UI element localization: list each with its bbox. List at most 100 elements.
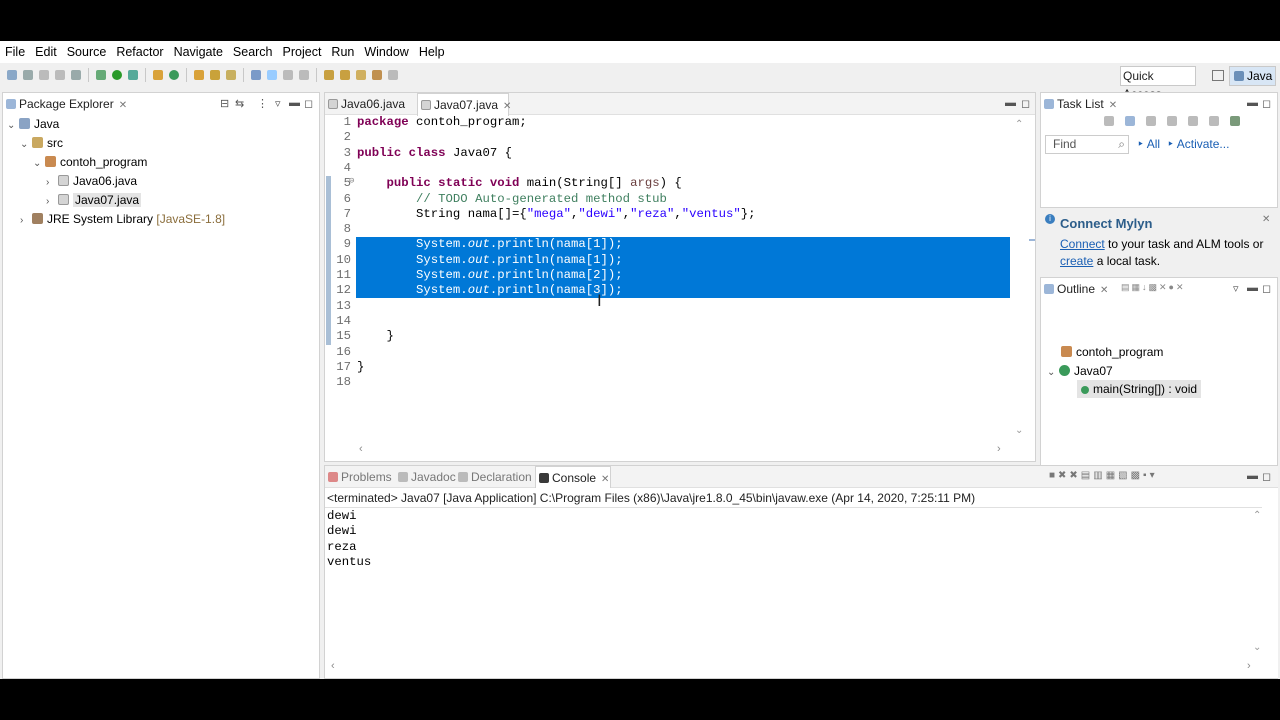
- minimize-icon[interactable]: ▬: [1247, 470, 1258, 482]
- open-icon[interactable]: [23, 70, 33, 80]
- expand-icon[interactable]: ⌄: [7, 117, 19, 135]
- expand-icon[interactable]: ⌄: [33, 155, 45, 173]
- task-filter-all[interactable]: ‣ All: [1137, 137, 1160, 151]
- close-icon[interactable]: ✕: [1109, 100, 1117, 111]
- collapse-all-icon[interactable]: [1209, 116, 1219, 126]
- search-toolbar-icon[interactable]: [226, 70, 236, 80]
- categorized-icon[interactable]: [1125, 116, 1135, 126]
- scroll-down-icon[interactable]: ⌄: [1253, 642, 1261, 653]
- maximize-icon[interactable]: ◻: [1262, 282, 1271, 295]
- scroll-up-icon[interactable]: ⌃: [1253, 510, 1261, 521]
- open-type-icon[interactable]: [194, 70, 204, 80]
- expand-icon[interactable]: ⌄: [20, 136, 32, 154]
- outline-toolbar-icon[interactable]: ▤▦↓▩✕●✕: [1121, 282, 1186, 293]
- toggle-highlight-icon[interactable]: [267, 70, 277, 80]
- maximize-icon[interactable]: ◻: [304, 97, 313, 110]
- tree-item-java06[interactable]: › Java06.java: [46, 172, 137, 190]
- minimize-icon[interactable]: ▬: [289, 97, 300, 109]
- java-perspective-button[interactable]: Java: [1229, 66, 1276, 86]
- tab-package-explorer[interactable]: Package Explorer ✕: [3, 93, 127, 115]
- close-icon[interactable]: ✕: [601, 474, 609, 485]
- open-perspective-icon[interactable]: [1212, 70, 1224, 81]
- menu-help[interactable]: Help: [414, 41, 450, 63]
- scroll-up-icon[interactable]: ⌃: [1015, 119, 1023, 130]
- code-editor[interactable]: 1 2 3 4 5 6 7 8 9 10 11 12 13 14 15 16 1…: [325, 115, 1015, 435]
- sync-icon[interactable]: [1230, 116, 1240, 126]
- link-editor-icon[interactable]: ⇆: [235, 97, 244, 110]
- scheduled-icon[interactable]: [1146, 116, 1156, 126]
- tree-item-java07[interactable]: › Java07.java: [46, 191, 142, 211]
- menu-refactor[interactable]: Refactor: [111, 41, 168, 63]
- close-icon[interactable]: ✕: [503, 101, 511, 112]
- close-icon[interactable]: ✕: [1100, 285, 1108, 296]
- expand-icon[interactable]: ⌄: [1047, 364, 1059, 382]
- tab-java07[interactable]: Java07.java ✕: [417, 93, 511, 116]
- scroll-right-icon[interactable]: ›: [997, 443, 1001, 457]
- minimize-icon[interactable]: ▬: [1005, 97, 1016, 109]
- menu-project[interactable]: Project: [278, 41, 327, 63]
- hide-completed-icon[interactable]: [1167, 116, 1177, 126]
- outline-item-class[interactable]: ⌄ Java07: [1047, 362, 1113, 380]
- menu-source[interactable]: Source: [62, 41, 112, 63]
- tab-task-list[interactable]: Task List ✕: [1041, 93, 1117, 115]
- create-link[interactable]: create: [1060, 254, 1093, 268]
- fold-icon[interactable]: ⊖: [349, 176, 354, 186]
- menu-search[interactable]: Search: [228, 41, 278, 63]
- collapse-all-icon[interactable]: ⊟: [220, 97, 229, 110]
- forward-icon[interactable]: [388, 70, 398, 80]
- tab-outline[interactable]: Outline ✕: [1041, 278, 1108, 300]
- outline-item-package[interactable]: contoh_program: [1047, 343, 1163, 361]
- scroll-down-icon[interactable]: ⌄: [1015, 425, 1023, 436]
- save-all-icon[interactable]: [55, 70, 65, 80]
- connect-link[interactable]: Connect: [1060, 237, 1105, 251]
- tree-item-src[interactable]: ⌄ src: [20, 134, 63, 152]
- maximize-icon[interactable]: ◻: [1021, 97, 1030, 110]
- focus-icon[interactable]: [1188, 116, 1198, 126]
- maximize-icon[interactable]: ◻: [1262, 97, 1271, 110]
- tab-java06[interactable]: Java06.java: [325, 93, 415, 115]
- coverage-icon[interactable]: [128, 70, 138, 80]
- minimize-icon[interactable]: ▬: [1247, 97, 1258, 109]
- back-icon[interactable]: [372, 70, 382, 80]
- toggle-mark-icon[interactable]: [251, 70, 261, 80]
- task-activate[interactable]: ‣ Activate...: [1167, 137, 1229, 151]
- quick-access-input[interactable]: Quick Access: [1120, 66, 1196, 101]
- new-class-icon[interactable]: [169, 70, 179, 80]
- menu-window[interactable]: Window: [359, 41, 413, 63]
- tab-console[interactable]: Console ✕: [535, 466, 611, 488]
- tree-item-package[interactable]: ⌄ contoh_program: [33, 153, 147, 171]
- new-java-project-icon[interactable]: [153, 70, 163, 80]
- tab-problems[interactable]: Problems: [325, 466, 392, 488]
- view-menu-icon[interactable]: ▿: [275, 97, 281, 110]
- tree-item-jre[interactable]: › JRE System Library [JavaSE-1.8]: [20, 210, 225, 228]
- scroll-left-icon[interactable]: ‹: [331, 660, 335, 674]
- new-icon[interactable]: [7, 70, 17, 80]
- overview-ruler-marker[interactable]: [1029, 239, 1035, 241]
- save-icon[interactable]: [39, 70, 49, 80]
- outline-item-method[interactable]: main(String[]) : void: [1077, 380, 1202, 398]
- maximize-icon[interactable]: ◻: [1262, 470, 1271, 483]
- collapse-icon[interactable]: ›: [20, 212, 32, 230]
- whitespace-icon[interactable]: [283, 70, 293, 80]
- task-find-input[interactable]: Find ⌕: [1045, 135, 1129, 154]
- view-menu-dots-icon[interactable]: ⋮: [257, 97, 268, 110]
- collapse-icon[interactable]: ›: [46, 193, 58, 211]
- minimize-icon[interactable]: ▬: [1247, 282, 1258, 294]
- last-edit-icon[interactable]: [356, 70, 366, 80]
- close-icon[interactable]: ✕: [119, 100, 127, 111]
- close-icon[interactable]: ✕: [1262, 214, 1270, 225]
- run-icon[interactable]: [112, 70, 122, 80]
- scroll-right-icon[interactable]: ›: [1247, 660, 1251, 674]
- prev-annotation-icon[interactable]: [340, 70, 350, 80]
- collapse-icon[interactable]: ›: [46, 174, 58, 192]
- menu-file[interactable]: File: [0, 41, 30, 63]
- debug-icon[interactable]: [96, 70, 106, 80]
- console-toolbar-icon[interactable]: ■✖✖▤▥▦▧▩▪▾: [1049, 470, 1158, 481]
- print-icon[interactable]: [71, 70, 81, 80]
- block-select-icon[interactable]: [299, 70, 309, 80]
- scroll-left-icon[interactable]: ‹: [359, 443, 363, 457]
- tree-item-java-project[interactable]: ⌄ Java: [7, 115, 59, 133]
- view-menu-icon[interactable]: ▿: [1233, 282, 1239, 295]
- menu-edit[interactable]: Edit: [30, 41, 62, 63]
- tab-declaration[interactable]: Declaration: [455, 466, 532, 488]
